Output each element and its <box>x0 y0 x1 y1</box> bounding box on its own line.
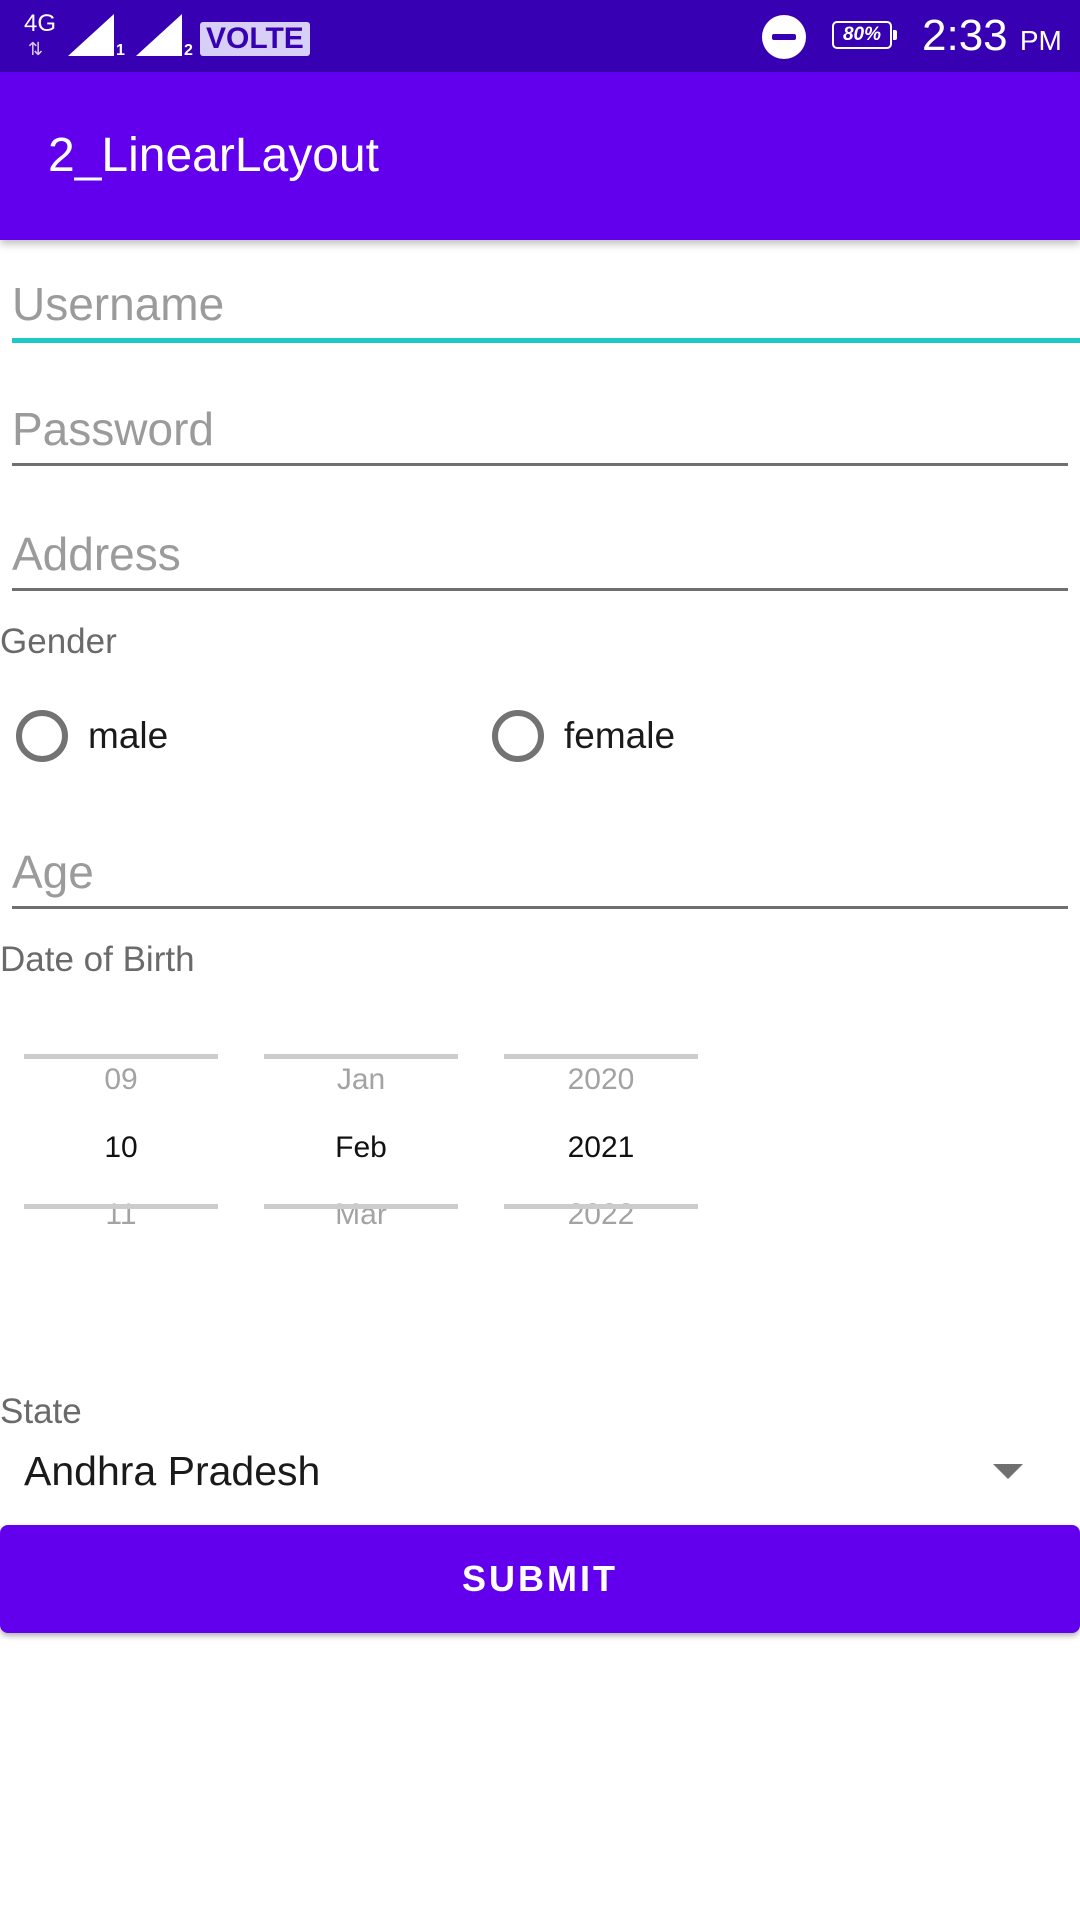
app-title: 2_LinearLayout <box>48 129 379 182</box>
app-bar: 2_LinearLayout <box>0 72 1080 240</box>
month-selected[interactable]: Feb <box>264 1130 458 1166</box>
address-field[interactable] <box>12 520 1068 591</box>
day-prev[interactable]: 09 <box>24 1062 218 1098</box>
month-next[interactable]: Mar <box>264 1197 458 1233</box>
year-selected[interactable]: 2021 <box>504 1130 698 1166</box>
do-not-disturb-icon <box>762 15 806 59</box>
battery-icon: 80% <box>832 21 897 49</box>
radio-male[interactable]: male <box>16 702 168 770</box>
age-field[interactable] <box>12 838 1068 909</box>
radio-male-label: male <box>88 715 169 756</box>
volte-badge: VOLTE <box>200 22 310 56</box>
data-activity-icon: ⇅ <box>28 39 44 59</box>
signal-sim1-icon <box>68 14 114 56</box>
clock-ampm: PM <box>1019 25 1062 56</box>
picker-divider <box>264 1204 458 1209</box>
state-label: State <box>0 1392 82 1431</box>
state-selected-value: Andhra Pradesh <box>24 1448 321 1494</box>
network-type-label: 4G <box>24 10 57 37</box>
day-picker[interactable]: 09 10 11 <box>24 1040 218 1231</box>
radio-female[interactable]: female <box>492 702 675 770</box>
year-next[interactable]: 2022 <box>504 1197 698 1233</box>
month-prev[interactable]: Jan <box>264 1062 458 1098</box>
sim1-index: 1 <box>116 42 125 59</box>
radio-circle-icon <box>16 710 68 762</box>
year-picker[interactable]: 2020 2021 2022 <box>504 1040 698 1231</box>
year-prev[interactable]: 2020 <box>504 1062 698 1098</box>
picker-divider <box>24 1204 218 1209</box>
state-spinner[interactable]: Andhra Pradesh <box>0 1442 1080 1500</box>
radio-female-label: female <box>564 715 676 756</box>
dropdown-arrow-icon <box>993 1464 1023 1479</box>
picker-divider <box>504 1204 698 1209</box>
password-field[interactable] <box>12 395 1068 466</box>
picker-divider <box>24 1054 218 1059</box>
picker-divider <box>264 1054 458 1059</box>
day-selected[interactable]: 10 <box>24 1130 218 1166</box>
clock-time: 2:33 <box>922 11 1008 60</box>
username-field[interactable] <box>12 270 1080 343</box>
status-bar: 4G ⇅ 1 2 VOLTE 80% 2:33 PM <box>0 0 1080 72</box>
picker-divider <box>504 1054 698 1059</box>
dob-label: Date of Birth <box>0 940 195 979</box>
signal-sim2-icon <box>136 14 182 56</box>
gender-label: Gender <box>0 622 117 661</box>
status-clock: 2:33 PM <box>922 10 1062 67</box>
submit-button[interactable]: SUBMIT <box>0 1525 1080 1633</box>
radio-circle-icon <box>492 710 544 762</box>
sim2-index: 2 <box>184 42 193 59</box>
day-next[interactable]: 11 <box>24 1197 218 1233</box>
month-picker[interactable]: Jan Feb Mar <box>264 1040 458 1231</box>
